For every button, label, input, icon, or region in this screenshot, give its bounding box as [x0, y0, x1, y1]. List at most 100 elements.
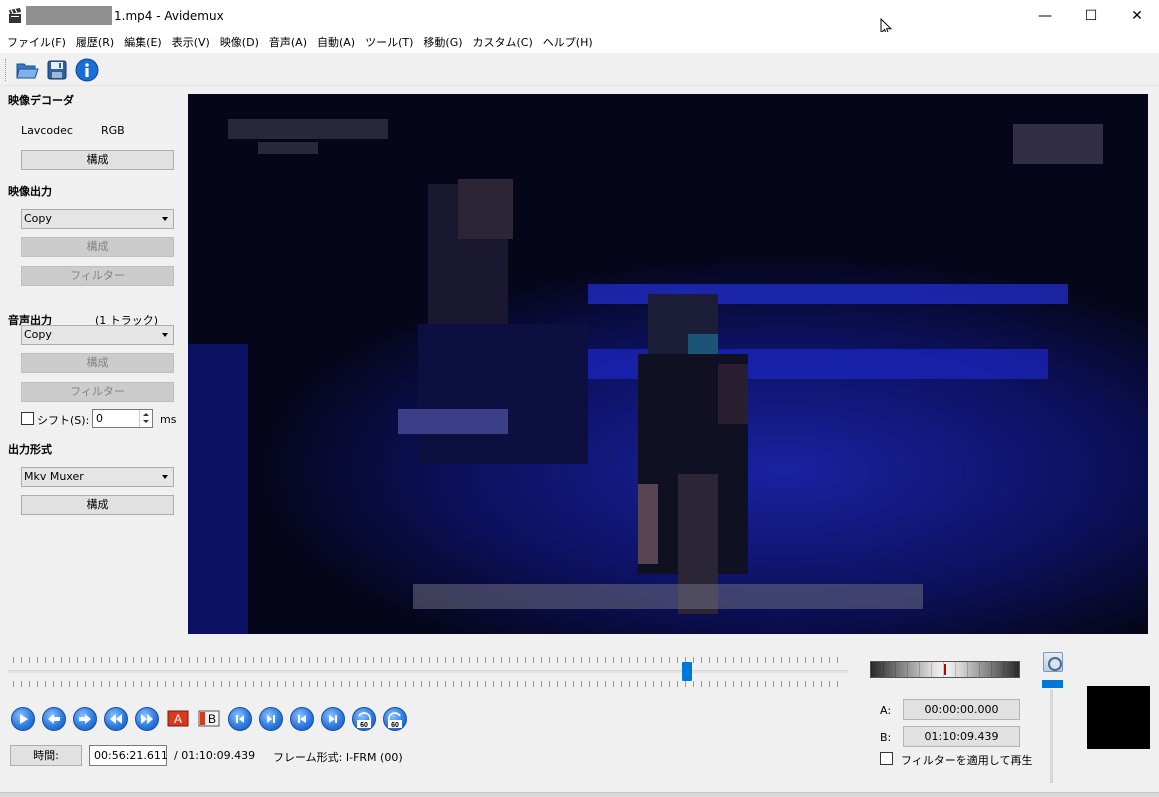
marker-b-letter: B: [208, 712, 216, 726]
minimize-button[interactable]: —: [1022, 0, 1068, 32]
menu-auto[interactable]: 自動(A): [312, 32, 360, 53]
back-60-icon: 60: [357, 712, 371, 729]
video-output-select[interactable]: Copy: [21, 209, 174, 229]
video-output-value: Copy: [24, 212, 52, 225]
chevron-down-icon: [162, 475, 168, 479]
set-marker-b-button[interactable]: B: [198, 708, 220, 729]
spin-down-icon[interactable]: [143, 420, 149, 423]
jog-center-mark: [944, 664, 946, 675]
audio-shift-checkbox[interactable]: [21, 412, 34, 425]
marker-a-icon: A: [167, 710, 189, 727]
menu-help[interactable]: ヘルプ(H): [538, 32, 598, 53]
menu-audio[interactable]: 音声(A): [264, 32, 312, 53]
skip-back-icon: [298, 715, 306, 723]
marker-a-letter: A: [174, 712, 182, 726]
goto-start-icon: [236, 715, 244, 723]
audio-output-value: Copy: [24, 328, 52, 341]
marker-b-time: 01:10:09.439: [903, 726, 1020, 747]
menu-view[interactable]: 表示(V): [167, 32, 215, 53]
volume-slider-track[interactable]: [1050, 690, 1053, 783]
volume-icon[interactable]: [1043, 652, 1063, 672]
total-duration: / 01:10:09.439: [174, 749, 256, 762]
previous-keyframe-button[interactable]: [104, 707, 128, 731]
menu-edit[interactable]: 編集(E): [119, 32, 167, 53]
audio-output-select[interactable]: Copy: [21, 325, 174, 345]
last-frame-button[interactable]: [321, 707, 345, 731]
current-time-field[interactable]: 00:56:21.611: [89, 745, 168, 766]
menu-bar: ファイル(F) 履歴(R) 編集(E) 表示(V) 映像(D) 音声(A) 自動…: [0, 32, 1159, 53]
video-frame-image: [188, 94, 1148, 634]
apply-filters-checkbox[interactable]: [880, 752, 893, 765]
info-icon[interactable]: [74, 57, 100, 83]
toolbar-grip[interactable]: [5, 59, 8, 81]
output-format-value: Mkv Muxer: [24, 470, 84, 483]
video-filters-button[interactable]: フィルター: [21, 266, 174, 286]
audio-shift-spinbox[interactable]: 0: [92, 409, 153, 428]
menu-video[interactable]: 映像(D): [215, 32, 264, 53]
marker-a-label: A:: [880, 704, 892, 717]
next-frame-button[interactable]: [73, 707, 97, 731]
chevron-down-icon: [162, 333, 168, 337]
previous-frame-button[interactable]: [42, 707, 66, 731]
first-frame-button[interactable]: [290, 707, 314, 731]
seek-ticks-bottom: [13, 681, 843, 687]
audio-shift-label: シフト(S):: [37, 414, 90, 427]
close-button[interactable]: ✕: [1114, 0, 1159, 32]
video-configure-button[interactable]: 構成: [21, 237, 174, 257]
jog-shuttle[interactable]: [870, 661, 1020, 678]
taskbar-strip: [0, 792, 1159, 797]
spin-up-icon[interactable]: [143, 413, 149, 416]
arrow-right-icon: [79, 714, 91, 724]
set-marker-a-button[interactable]: A: [167, 708, 189, 729]
forward-60-badge: 60: [391, 722, 399, 729]
output-format-title: 出力形式: [8, 443, 52, 456]
video-preview: [188, 94, 1148, 634]
clapperboard-icon: [9, 8, 21, 23]
redacted-filename: [26, 6, 112, 25]
go-to-marker-a-button[interactable]: [228, 707, 252, 731]
seek-slider-track[interactable]: [8, 670, 848, 673]
seek-ticks-top: [13, 657, 843, 663]
back-60-seconds-button[interactable]: 60: [352, 707, 376, 731]
save-disk-icon[interactable]: [44, 57, 70, 83]
time-button[interactable]: 時間:: [10, 745, 82, 766]
menu-file[interactable]: ファイル(F): [2, 32, 71, 53]
decoder-configure-button[interactable]: 構成: [21, 150, 174, 170]
decoder-codec: Lavcodec: [21, 124, 73, 137]
menu-history[interactable]: 履歴(R): [71, 32, 119, 53]
play-button[interactable]: [11, 707, 35, 731]
video-output-title: 映像出力: [8, 185, 52, 198]
forward-60-seconds-button[interactable]: 60: [383, 707, 407, 731]
marker-b-icon: B: [198, 710, 220, 727]
open-folder-icon[interactable]: [14, 57, 40, 83]
play-icon: [20, 714, 28, 724]
audio-shift-value: 0: [96, 412, 103, 425]
fast-forward-icon: [141, 714, 153, 724]
spin-buttons[interactable]: [139, 410, 152, 427]
decoder-colorspace: RGB: [101, 124, 125, 137]
audio-filters-button[interactable]: フィルター: [21, 382, 174, 402]
next-keyframe-button[interactable]: [135, 707, 159, 731]
go-to-marker-b-button[interactable]: [259, 707, 283, 731]
settings-panel: 映像デコーダ Lavcodec RGB 構成 映像出力 Copy 構成 フィルタ…: [0, 86, 186, 636]
chevron-down-icon: [162, 217, 168, 221]
seek-slider-thumb[interactable]: [682, 662, 692, 681]
audio-meter-preview: [1087, 686, 1150, 749]
arrow-left-icon: [48, 714, 60, 724]
menu-go[interactable]: 移動(G): [418, 32, 467, 53]
window-title: 1.mp4 - Avidemux: [114, 9, 224, 23]
title-bar: 1.mp4 - Avidemux — ☐ ✕: [0, 0, 1159, 37]
output-format-select[interactable]: Mkv Muxer: [21, 467, 174, 487]
audio-configure-button[interactable]: 構成: [21, 353, 174, 373]
volume-slider-thumb[interactable]: [1042, 680, 1063, 688]
skip-forward-icon: [329, 715, 337, 723]
avidemux-window: 1.mp4 - Avidemux — ☐ ✕ ファイル(F) 履歴(R) 編集(…: [0, 0, 1159, 797]
marker-b-label: B:: [880, 731, 892, 744]
format-configure-button[interactable]: 構成: [21, 495, 174, 515]
menu-tools[interactable]: ツール(T): [360, 32, 418, 53]
menu-custom[interactable]: カスタム(C): [468, 32, 538, 53]
frame-type-info: フレーム形式: I-FRM (00): [273, 751, 403, 764]
video-decoder-title: 映像デコーダ: [8, 94, 74, 107]
maximize-button[interactable]: ☐: [1068, 0, 1114, 32]
marker-a-time: 00:00:00.000: [903, 699, 1020, 720]
